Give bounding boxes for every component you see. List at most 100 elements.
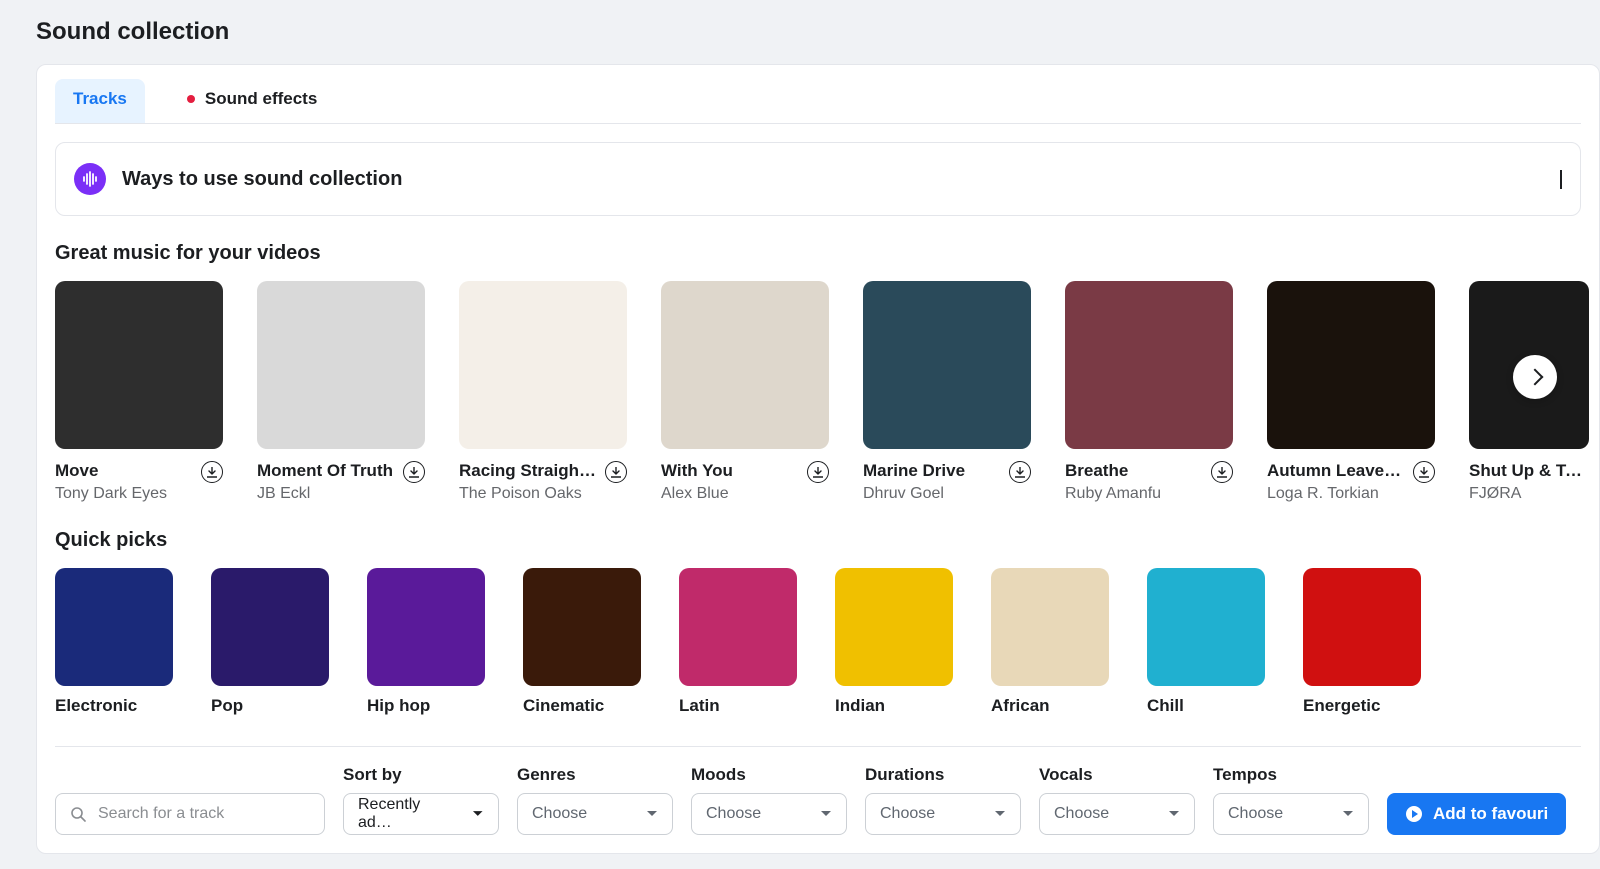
- track-art: [459, 281, 627, 449]
- tab-sound-effects-label: Sound effects: [205, 89, 317, 109]
- caret-down-icon: [820, 809, 832, 819]
- filter-bar: Search for a track Sort by Recently ad… …: [55, 765, 1581, 835]
- track-title: Marine Drive: [863, 461, 965, 481]
- quick-pick-label: African: [991, 696, 1109, 716]
- quick-picks-heading: Quick picks: [55, 529, 1581, 552]
- track-artist: Alex Blue: [661, 485, 733, 503]
- great-music-row: Move Tony Dark Eyes Moment Of Truth JB E…: [55, 281, 1581, 503]
- tempos-select[interactable]: Choose: [1213, 793, 1369, 835]
- track-tile[interactable]: Move Tony Dark Eyes: [55, 281, 223, 503]
- tab-sound-effects[interactable]: Sound effects: [169, 79, 335, 123]
- quick-pick-art: [1147, 568, 1265, 686]
- scroll-next-button[interactable]: [1513, 355, 1557, 399]
- add-to-favourites-button[interactable]: Add to favouri: [1387, 793, 1566, 835]
- track-art: [661, 281, 829, 449]
- track-tile[interactable]: Racing Straight… The Poison Oaks: [459, 281, 627, 503]
- tempos-label: Tempos: [1213, 765, 1369, 785]
- track-title: With You: [661, 461, 733, 481]
- track-title: Move: [55, 461, 167, 481]
- track-artist: JB Eckl: [257, 485, 393, 503]
- track-title: Moment Of Truth: [257, 461, 393, 481]
- chevron-down-icon: [1560, 170, 1562, 188]
- quick-pick-art: [991, 568, 1109, 686]
- download-icon: [1015, 467, 1025, 478]
- search-input[interactable]: Search for a track: [55, 793, 325, 835]
- divider: [55, 746, 1581, 747]
- quick-pick-label: Pop: [211, 696, 329, 716]
- quick-pick-tile[interactable]: Electronic: [55, 568, 173, 716]
- track-art: [1267, 281, 1435, 449]
- caret-down-icon: [472, 809, 484, 819]
- track-title: Shut Up & Take: [1469, 461, 1589, 481]
- download-button[interactable]: [807, 461, 829, 483]
- caret-down-icon: [1168, 809, 1180, 819]
- download-button[interactable]: [1413, 461, 1435, 483]
- quick-pick-tile[interactable]: Latin: [679, 568, 797, 716]
- track-art: [55, 281, 223, 449]
- quick-pick-label: Chill: [1147, 696, 1265, 716]
- track-tile[interactable]: Moment Of Truth JB Eckl: [257, 281, 425, 503]
- sort-select[interactable]: Recently ad…: [343, 793, 499, 835]
- quick-pick-art: [1303, 568, 1421, 686]
- sort-label: Sort by: [343, 765, 499, 785]
- quick-pick-tile[interactable]: Indian: [835, 568, 953, 716]
- quick-pick-label: Hip hop: [367, 696, 485, 716]
- caret-down-icon: [646, 809, 658, 819]
- moods-label: Moods: [691, 765, 847, 785]
- genres-label: Genres: [517, 765, 673, 785]
- quick-pick-label: Electronic: [55, 696, 173, 716]
- quick-pick-tile[interactable]: Chill: [1147, 568, 1265, 716]
- quick-pick-label: Energetic: [1303, 696, 1421, 716]
- download-icon: [813, 467, 823, 478]
- quick-pick-tile[interactable]: Pop: [211, 568, 329, 716]
- track-tile[interactable]: Autumn Leaves… Loga R. Torkian: [1267, 281, 1435, 503]
- download-icon: [207, 467, 217, 478]
- track-art: [257, 281, 425, 449]
- caret-down-icon: [994, 809, 1006, 819]
- sort-value: Recently ad…: [358, 796, 454, 832]
- vocals-label: Vocals: [1039, 765, 1195, 785]
- download-icon: [611, 467, 621, 478]
- download-button[interactable]: [1009, 461, 1031, 483]
- track-tile[interactable]: Marine Drive Dhruv Goel: [863, 281, 1031, 503]
- search-icon: [70, 806, 86, 822]
- play-circle-icon: [1405, 805, 1423, 823]
- track-tile[interactable]: Breathe Ruby Amanfu: [1065, 281, 1233, 503]
- tab-tracks-label: Tracks: [73, 89, 127, 109]
- chevron-right-icon: [1527, 369, 1544, 386]
- fav-button-label: Add to favouri: [1433, 804, 1548, 824]
- quick-pick-art: [523, 568, 641, 686]
- download-button[interactable]: [201, 461, 223, 483]
- track-title: Racing Straight…: [459, 461, 597, 481]
- quick-pick-tile[interactable]: Cinematic: [523, 568, 641, 716]
- quick-pick-art: [835, 568, 953, 686]
- quick-pick-label: Cinematic: [523, 696, 641, 716]
- vocals-select[interactable]: Choose: [1039, 793, 1195, 835]
- quick-pick-art: [679, 568, 797, 686]
- quick-picks-row: Electronic Pop Hip hop Cinematic Latin I…: [55, 568, 1581, 716]
- genres-select[interactable]: Choose: [517, 793, 673, 835]
- quick-pick-tile[interactable]: African: [991, 568, 1109, 716]
- tab-tracks[interactable]: Tracks: [55, 79, 145, 123]
- caret-down-icon: [1342, 809, 1354, 819]
- download-button[interactable]: [605, 461, 627, 483]
- sound-wave-icon: [74, 163, 106, 195]
- durations-select[interactable]: Choose: [865, 793, 1021, 835]
- track-title: Autumn Leaves…: [1267, 461, 1405, 481]
- track-tile[interactable]: With You Alex Blue: [661, 281, 829, 503]
- page-title: Sound collection: [36, 18, 1600, 46]
- track-artist: FJØRA: [1469, 485, 1589, 503]
- download-button[interactable]: [403, 461, 425, 483]
- tabs: Tracks Sound effects: [55, 65, 1581, 124]
- quick-pick-tile[interactable]: Energetic: [1303, 568, 1421, 716]
- ways-banner[interactable]: Ways to use sound collection: [55, 142, 1581, 216]
- track-artist: Dhruv Goel: [863, 485, 965, 503]
- track-title: Breathe: [1065, 461, 1161, 481]
- quick-pick-tile[interactable]: Hip hop: [367, 568, 485, 716]
- moods-select[interactable]: Choose: [691, 793, 847, 835]
- track-artist: Ruby Amanfu: [1065, 485, 1161, 503]
- quick-pick-art: [55, 568, 173, 686]
- download-button[interactable]: [1211, 461, 1233, 483]
- quick-pick-label: Latin: [679, 696, 797, 716]
- durations-label: Durations: [865, 765, 1021, 785]
